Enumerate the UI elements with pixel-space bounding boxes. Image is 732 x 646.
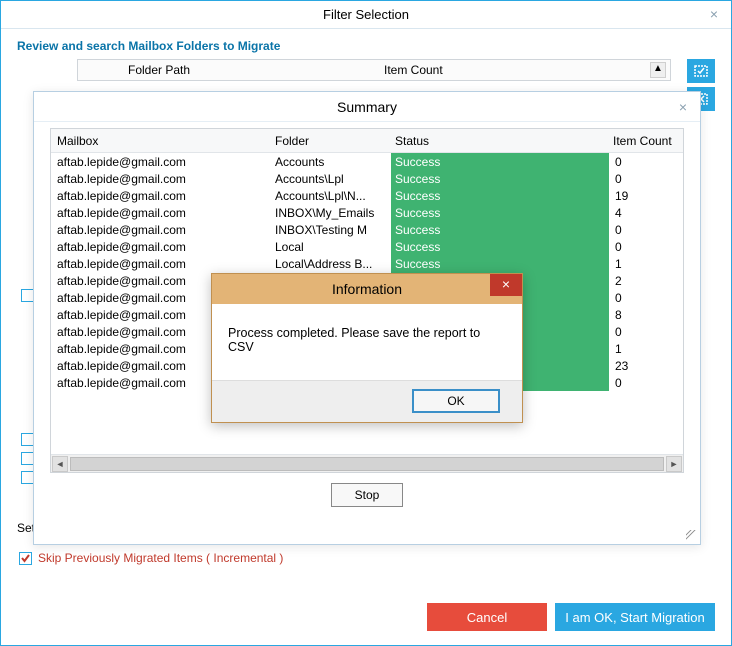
cell-item-count: 4: [611, 204, 683, 221]
table-row[interactable]: aftab.lepide@gmail.comINBOX\My_EmailsSuc…: [51, 204, 683, 221]
skip-checkbox[interactable]: [19, 552, 32, 565]
cell-item-count: 0: [611, 170, 683, 187]
close-icon[interactable]: ×: [705, 5, 723, 23]
grid-header: Mailbox Folder Status Item Count: [51, 129, 683, 153]
stop-button[interactable]: Stop: [331, 483, 403, 507]
information-dialog: Information × Process completed. Please …: [211, 273, 523, 423]
summary-title-bar: Summary ×: [34, 92, 700, 122]
column-item-count[interactable]: Item Count: [609, 134, 681, 148]
horizontal-scrollbar[interactable]: ◄ ►: [51, 454, 683, 472]
cell-folder: Accounts\Lpl: [271, 170, 391, 187]
cell-item-count: 0: [611, 153, 683, 170]
cell-item-count: 1: [611, 340, 683, 357]
check-all-icon[interactable]: [687, 59, 715, 83]
table-row[interactable]: aftab.lepide@gmail.comAccounts\Lpl\N...S…: [51, 187, 683, 204]
cell-item-count: 0: [611, 289, 683, 306]
cell-item-count: 0: [611, 374, 683, 391]
start-migration-button[interactable]: I am OK, Start Migration: [555, 603, 715, 631]
cell-folder: Local\Address B...: [271, 255, 391, 272]
table-row[interactable]: aftab.lepide@gmail.comLocalSuccess0: [51, 238, 683, 255]
cell-item-count: 0: [611, 323, 683, 340]
column-status[interactable]: Status: [391, 134, 609, 148]
cell-item-count: 8: [611, 306, 683, 323]
summary-footer: Stop: [34, 477, 700, 544]
cancel-button[interactable]: Cancel: [427, 603, 547, 631]
skip-label: Skip Previously Migrated Items ( Increme…: [38, 551, 283, 565]
skip-previously-migrated-row: Skip Previously Migrated Items ( Increme…: [19, 551, 283, 565]
info-footer: OK: [212, 380, 522, 422]
cell-item-count: 2: [611, 272, 683, 289]
cell-mailbox: aftab.lepide@gmail.com: [51, 238, 271, 255]
cell-mailbox: aftab.lepide@gmail.com: [51, 255, 271, 272]
footer-buttons: Cancel I am OK, Start Migration: [427, 603, 715, 631]
filter-title-bar: Filter Selection ×: [1, 1, 731, 29]
scroll-left-icon[interactable]: ◄: [52, 456, 68, 472]
cell-item-count: 19: [611, 187, 683, 204]
summary-title: Summary: [337, 99, 397, 115]
cell-folder: INBOX\Testing M: [271, 221, 391, 238]
cell-status: Success: [391, 153, 609, 170]
close-icon[interactable]: ×: [674, 98, 692, 116]
cell-status: Success: [391, 221, 609, 238]
cell-mailbox: aftab.lepide@gmail.com: [51, 221, 271, 238]
cell-mailbox: aftab.lepide@gmail.com: [51, 204, 271, 221]
cell-status: Success: [391, 187, 609, 204]
info-title: Information: [332, 281, 402, 297]
column-item-count[interactable]: Item Count: [378, 63, 670, 77]
cell-mailbox: aftab.lepide@gmail.com: [51, 153, 271, 170]
table-row[interactable]: aftab.lepide@gmail.comAccounts\LplSucces…: [51, 170, 683, 187]
cell-item-count: 0: [611, 238, 683, 255]
scroll-right-icon[interactable]: ►: [666, 456, 682, 472]
cell-item-count: 1: [611, 255, 683, 272]
cell-status: Success: [391, 255, 609, 272]
filter-title: Filter Selection: [323, 7, 409, 22]
column-mailbox[interactable]: Mailbox: [51, 134, 271, 148]
cell-status: Success: [391, 170, 609, 187]
info-message: Process completed. Please save the repor…: [212, 304, 522, 380]
close-icon[interactable]: ×: [490, 274, 522, 296]
column-folder[interactable]: Folder: [271, 134, 391, 148]
cell-folder: INBOX\My_Emails: [271, 204, 391, 221]
cell-status: Success: [391, 204, 609, 221]
resize-grip-icon[interactable]: [686, 530, 696, 540]
table-row[interactable]: aftab.lepide@gmail.comAccountsSuccess0: [51, 153, 683, 170]
cell-mailbox: aftab.lepide@gmail.com: [51, 170, 271, 187]
cell-mailbox: aftab.lepide@gmail.com: [51, 187, 271, 204]
cell-item-count: 23: [611, 357, 683, 374]
table-row[interactable]: aftab.lepide@gmail.comINBOX\Testing MSuc…: [51, 221, 683, 238]
cell-folder: Accounts\Lpl\N...: [271, 187, 391, 204]
cell-status: Success: [391, 238, 609, 255]
outer-grid-header: Folder Path Item Count ▲: [77, 59, 671, 81]
cell-folder: Local: [271, 238, 391, 255]
cell-item-count: 0: [611, 221, 683, 238]
cell-folder: Accounts: [271, 153, 391, 170]
column-folder-path[interactable]: Folder Path: [78, 63, 378, 77]
review-label: Review and search Mailbox Folders to Mig…: [1, 29, 731, 59]
table-row[interactable]: aftab.lepide@gmail.comLocal\Address B...…: [51, 255, 683, 272]
info-title-bar: Information ×: [212, 274, 522, 304]
chevron-up-icon[interactable]: ▲: [650, 62, 666, 78]
scrollbar-thumb[interactable]: [70, 457, 664, 471]
ok-button[interactable]: OK: [412, 389, 500, 413]
